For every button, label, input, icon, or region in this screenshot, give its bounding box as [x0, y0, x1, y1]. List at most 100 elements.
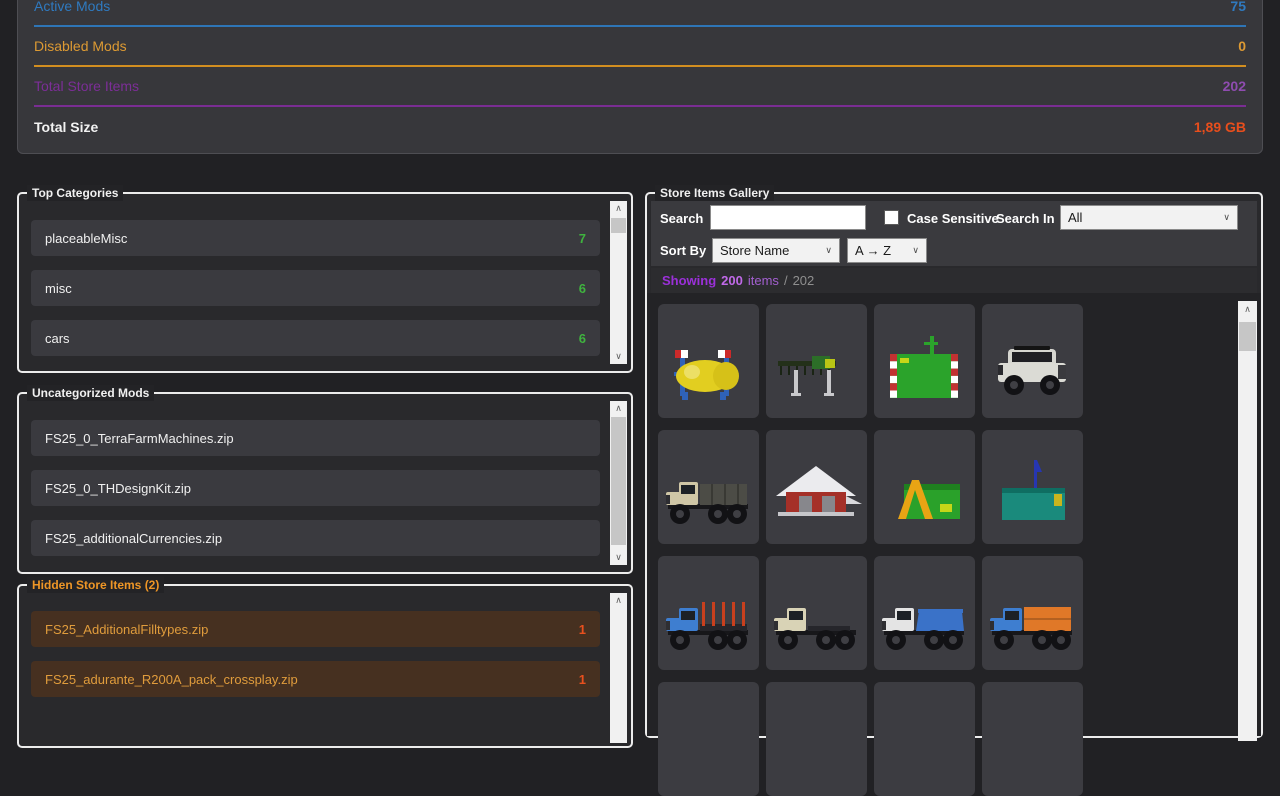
top-categories-list: placeableMisc 7 misc 6 cars6 — [31, 220, 600, 370]
store-item-tile[interactable] — [874, 430, 975, 544]
search-in-select[interactable]: All ∨ — [1060, 205, 1238, 230]
gallery-grid — [658, 304, 1083, 796]
chevron-up-icon: ∧ — [615, 596, 622, 605]
store-item-tile[interactable] — [766, 556, 867, 670]
sort-direction-value: A → Z — [855, 243, 891, 258]
store-item-tile[interactable] — [874, 304, 975, 418]
stat-value: 75 — [1230, 0, 1246, 14]
showing-unit: items — [748, 273, 779, 288]
list-item-name: FS25_AdditionalFilltypes.zip — [45, 622, 208, 637]
list-item-count: 1 — [579, 622, 586, 637]
store-item-tile[interactable] — [658, 682, 759, 796]
list-item[interactable]: FS25_adurante_R200A_pack_crossplay.zip 1 — [31, 661, 600, 697]
empty-thumbnail-icon — [874, 682, 975, 796]
cultivator-thumbnail-icon — [766, 304, 867, 418]
store-item-tile[interactable] — [658, 430, 759, 544]
list-item-name: cars — [45, 331, 70, 346]
store-item-tile[interactable] — [982, 304, 1083, 418]
list-item-name: FS25_adurante_R200A_pack_crossplay.zip — [45, 672, 298, 687]
empty-thumbnail-icon — [982, 682, 1083, 796]
list-item[interactable]: placeableMisc 7 — [31, 220, 600, 256]
store-item-tile[interactable] — [766, 682, 867, 796]
store-item-tile[interactable] — [658, 556, 759, 670]
truck-thumbnail-icon — [658, 556, 759, 670]
case-sensitive-checkbox[interactable] — [884, 210, 899, 225]
list-item[interactable]: FS25_0_THDesignKit.zip — [31, 470, 600, 506]
store-item-tile[interactable] — [766, 304, 867, 418]
list-item[interactable]: FS25_AdditionalFilltypes.zip 1 — [31, 611, 600, 647]
scroll-down-button[interactable]: ∨ — [610, 550, 627, 565]
container-aframe-thumbnail-icon — [874, 430, 975, 544]
chevron-up-icon: ∧ — [1244, 305, 1251, 314]
showing-count: 200 — [721, 273, 743, 288]
scroll-down-button[interactable]: ∨ — [610, 349, 627, 364]
stat-label: Total Size — [34, 119, 98, 135]
scrollbar-thumb[interactable] — [611, 417, 626, 545]
empty-thumbnail-icon — [766, 682, 867, 796]
group-hidden-store-items: Hidden Store Items (2) FS25_AdditionalFi… — [17, 584, 633, 748]
store-item-tile[interactable] — [658, 304, 759, 418]
suv-thumbnail-icon — [982, 304, 1083, 418]
group-title-store-items-gallery: Store Items Gallery — [655, 185, 774, 201]
sort-by-label: Sort By — [660, 243, 706, 258]
uncategorized-scrollbar[interactable]: ∧ ∨ — [610, 401, 627, 565]
search-in-value: All — [1068, 210, 1082, 225]
sprayer-thumbnail-icon — [658, 304, 759, 418]
uncategorized-list: FS25_0_TerraFarmMachines.zip FS25_0_THDes… — [31, 420, 600, 570]
store-item-tile[interactable] — [982, 556, 1083, 670]
search-input[interactable] — [710, 205, 866, 230]
store-item-tile[interactable] — [982, 430, 1083, 544]
mod-manager-window: { "stats": { "rows": [ { "label": "Activ… — [0, 0, 1280, 720]
chevron-up-icon: ∧ — [615, 404, 622, 413]
stat-row: Disabled Mods0 — [34, 27, 1246, 67]
stripe-panel-thumbnail-icon — [874, 304, 975, 418]
list-item[interactable]: cars6 — [31, 320, 600, 356]
showing-total: 202 — [793, 273, 815, 288]
list-item[interactable]: FS25_additionalCurrencies.zip — [31, 520, 600, 556]
chevron-down-icon: ∨ — [1223, 212, 1230, 223]
empty-thumbnail-icon — [658, 682, 759, 796]
gallery-scrollbar[interactable]: ∧ — [1238, 301, 1257, 741]
stat-row: Total Size 1,89 GB — [34, 107, 1246, 147]
stats-panel: Active Mods75Disabled Mods0Total Store I… — [17, 0, 1263, 154]
showing-label: Showing — [662, 273, 716, 288]
scroll-up-button[interactable]: ∧ — [1238, 301, 1257, 318]
scroll-up-button[interactable]: ∧ — [610, 401, 627, 416]
hidden-list: FS25_AdditionalFilltypes.zip1FS25_aduran… — [31, 611, 600, 711]
case-sensitive-label: Case Sensitive — [907, 211, 999, 226]
group-store-items-gallery: Store Items Gallery Search Case Sensitiv… — [645, 192, 1263, 738]
list-item-name: FS25_0_TerraFarmMachines.zip — [45, 431, 234, 446]
list-item[interactable]: misc 6 — [31, 270, 600, 306]
store-item-tile[interactable] — [874, 556, 975, 670]
scrollbar-thumb[interactable] — [611, 218, 626, 233]
store-item-tile[interactable] — [982, 682, 1083, 796]
truck-thumbnail-icon — [982, 556, 1083, 670]
group-top-categories: Top Categories placeableMisc7misc6cars6 … — [17, 192, 633, 373]
sort-direction-select[interactable]: A → Z ∨ — [847, 238, 927, 263]
list-item-count: 7 — [579, 231, 586, 246]
stat-row: Active Mods75 — [34, 0, 1246, 27]
scrollbar-thumb[interactable] — [1239, 322, 1256, 351]
list-item-count: 6 — [579, 281, 586, 296]
stat-row: Total Store Items202 — [34, 67, 1246, 107]
truck-thumbnail-icon — [874, 556, 975, 670]
top-categories-scrollbar[interactable]: ∧ ∨ — [610, 201, 627, 364]
gallery-toolbar: Search Case Sensitive Search In All ∨ So… — [651, 201, 1257, 266]
chevron-down-icon: ∨ — [615, 553, 622, 562]
group-title-uncategorized-mods: Uncategorized Mods — [27, 385, 154, 401]
list-item-count: 1 — [579, 672, 586, 687]
sort-by-select[interactable]: Store Name ∨ — [712, 238, 840, 263]
list-item-name: placeableMisc — [45, 231, 127, 246]
hidden-scrollbar[interactable]: ∧ — [610, 593, 627, 743]
store-item-tile[interactable] — [766, 430, 867, 544]
list-item-name: misc — [45, 281, 72, 296]
scroll-up-button[interactable]: ∧ — [610, 593, 627, 608]
stat-value: 1,89 GB — [1194, 119, 1246, 135]
showing-status: Showing 200 items / 202 — [651, 268, 1257, 293]
search-in-label: Search In — [996, 211, 1055, 226]
list-item[interactable]: FS25_0_TerraFarmMachines.zip — [31, 420, 600, 456]
list-item-name: FS25_0_THDesignKit.zip — [45, 481, 191, 496]
store-item-tile[interactable] — [874, 682, 975, 796]
scroll-up-button[interactable]: ∧ — [610, 201, 627, 216]
barn-thumbnail-icon — [766, 430, 867, 544]
